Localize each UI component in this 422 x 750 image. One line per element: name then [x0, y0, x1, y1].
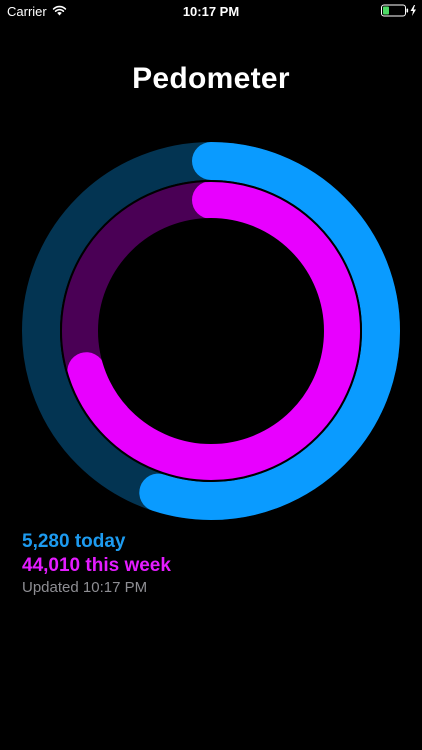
steps-today: 5,280 today [22, 531, 126, 552]
activity-rings [22, 142, 400, 520]
updated-label: Updated 10:17 PM [22, 579, 148, 596]
stats-panel: 5,280 today 44,010 this week Updated 10:… [22, 530, 402, 598]
steps-week: 44,010 this week [22, 555, 171, 576]
ring-separator-inner [98, 218, 324, 444]
